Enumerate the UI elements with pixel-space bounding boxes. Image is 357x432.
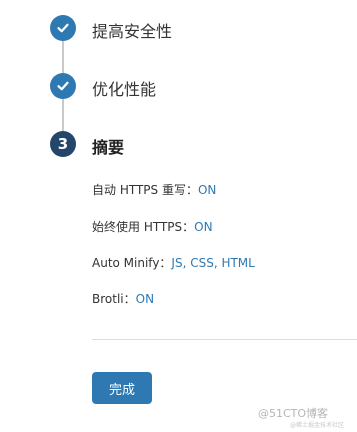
summary-row-auto-https: 自动 HTTPS 重写：ON [92, 181, 216, 198]
summary-value: ON [197, 183, 217, 197]
summary-value: ON [194, 220, 213, 234]
step-2-label: 优化性能 [92, 80, 157, 99]
summary-row-always-https: 始终使用 HTTPS：ON [92, 218, 213, 235]
section-divider [92, 339, 357, 340]
step-connector-1 [62, 41, 64, 73]
step-3-number-marker: 3 [50, 131, 76, 157]
summary-row-brotli: Brotli：ON [92, 290, 154, 307]
summary-label: 自动 HTTPS 重写： [92, 183, 198, 197]
summary-label: 始终使用 HTTPS： [92, 220, 195, 234]
check-icon [57, 23, 69, 33]
done-button[interactable]: 完成 [92, 372, 152, 404]
summary-label: Auto Minify： [92, 256, 172, 270]
summary-row-auto-minify: Auto Minify：JS, CSS, HTML [92, 254, 255, 271]
step-1-label: 提高安全性 [92, 22, 173, 41]
summary-label: Brotli： [92, 292, 136, 306]
watermark: @51CTO博客 [258, 407, 329, 420]
summary-value: ON [135, 292, 155, 306]
watermark-sub: @稀土掘金技术社区 [290, 422, 345, 429]
step-1-complete-marker [50, 15, 76, 41]
check-icon [57, 81, 69, 91]
step-3-label: 摘要 [92, 138, 125, 157]
step-2-complete-marker [50, 73, 76, 99]
step-connector-2 [62, 99, 64, 131]
summary-value: JS, CSS, HTML [171, 256, 255, 270]
